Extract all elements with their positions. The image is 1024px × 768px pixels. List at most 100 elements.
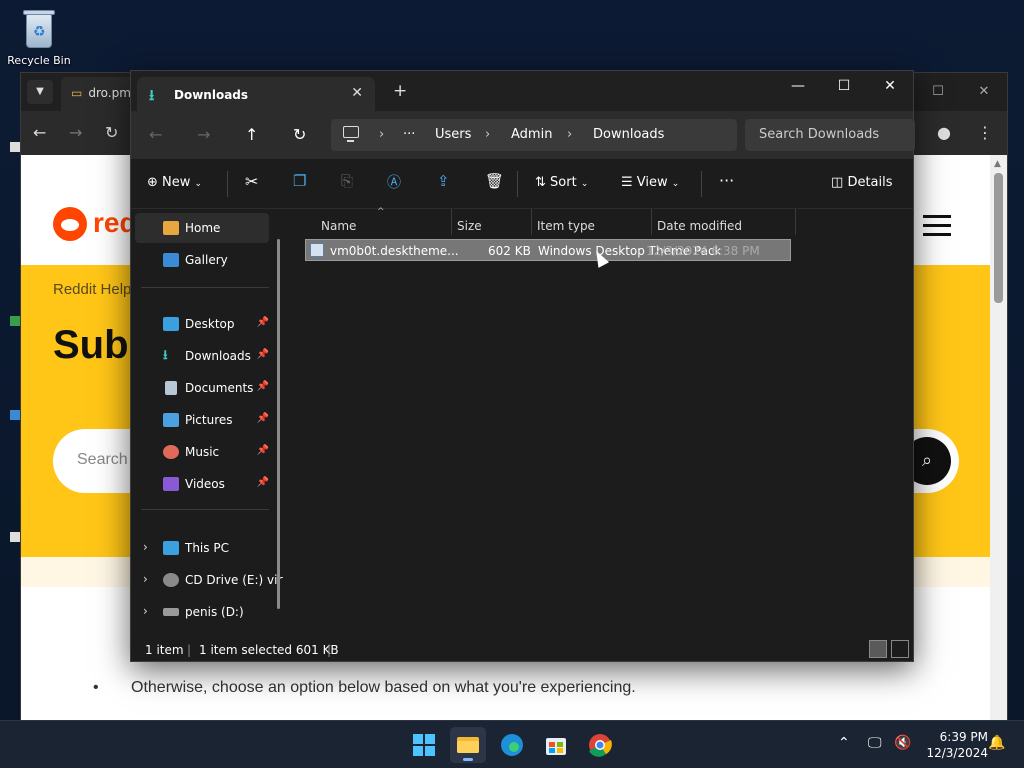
sidebar-item-label: Videos [185,477,225,491]
up-icon[interactable]: ↑ [245,125,258,144]
divider[interactable] [531,209,532,235]
taskbar-store[interactable] [538,727,574,763]
forward-icon[interactable]: → [197,125,210,144]
navigation-pane: Home Gallery Desktop 📌 ⭳ Downloads 📌 Doc… [131,209,283,639]
sidebar-scrollbar[interactable] [277,239,280,609]
sidebar-item-music[interactable]: Music 📌 [135,437,269,467]
refresh-icon[interactable]: ↻ [293,125,306,144]
chevron-right-icon[interactable]: › [143,604,148,618]
address-overflow-button[interactable]: ··· [403,127,415,142]
column-header-size[interactable]: Size [457,219,482,233]
taskbar-chrome[interactable] [582,727,618,763]
divider [141,509,269,510]
more-options-icon[interactable]: ··· [719,171,734,190]
divider [701,171,702,197]
sidebar-item-label: Documents [185,381,254,395]
browser-maximize-icon[interactable]: ☐ [915,73,961,111]
bullet-text: Otherwise, choose an option below based … [93,679,636,697]
explorer-tab-downloads[interactable]: ⭳ Downloads ✕ [137,77,375,111]
view-button[interactable]: ☰ View ⌄ [621,175,679,190]
divider[interactable] [651,209,652,235]
desktop-icon-fragment [10,410,20,420]
desktop-icon-fragment [10,532,20,542]
column-header-date[interactable]: Date modified [657,219,742,233]
browser-refresh-icon[interactable]: ↻ [105,123,118,142]
network-icon[interactable]: 🖵 [868,735,882,751]
browser-profile-icon[interactable]: ● [937,123,951,142]
recycle-bin-shortcut[interactable]: ♻ Recycle Bin [6,8,72,67]
breadcrumb-users[interactable]: Users [435,127,471,142]
address-bar[interactable]: › ··· Users › Admin › Downloads [331,119,737,151]
cd-drive-icon [163,573,179,587]
divider[interactable] [795,209,796,235]
column-header-type[interactable]: Item type [537,219,595,233]
tiles-view-icon[interactable] [891,640,909,658]
maximize-icon[interactable]: ☐ [821,71,867,103]
pin-icon: 📌 [256,349,269,360]
browser-menu-icon[interactable]: ⋮ [977,123,993,142]
sidebar-item-downloads[interactable]: ⭳ Downloads 📌 [135,341,269,371]
pin-icon: 📌 [256,381,269,392]
sidebar-item-gallery[interactable]: Gallery [135,245,269,275]
new-tab-icon[interactable]: + [393,83,407,100]
delete-icon[interactable]: 🗑 [485,172,504,190]
details-button[interactable]: ◫ Details [831,175,893,190]
desktop-icon [163,317,179,331]
search-input[interactable]: Search Downloads [745,119,915,151]
desktop-icon-fragment [10,316,20,326]
close-tab-icon[interactable]: ✕ [351,85,363,101]
sidebar-item-cd-drive[interactable]: › CD Drive (E:) virt [135,565,283,595]
new-button[interactable]: ⊕ New ⌄ [147,175,202,190]
paste-icon[interactable]: ⎘ [341,172,353,190]
minimize-icon[interactable]: — [775,71,821,103]
sidebar-item-home[interactable]: Home [135,213,269,243]
chevron-right-icon: › [567,127,573,142]
reddit-logo-icon[interactable] [53,207,87,241]
share-icon[interactable]: ⇪ [437,172,450,190]
download-icon: ⭳ [149,86,155,104]
sidebar-item-this-pc[interactable]: › This PC [135,533,269,563]
chevron-up-icon[interactable]: ⌃ [838,735,850,751]
search-placeholder: Search Downloads [759,127,880,142]
notification-bell-icon[interactable]: 🔔 [988,735,1005,751]
browser-back-icon[interactable]: ← [33,123,46,142]
divider[interactable] [451,209,452,235]
close-window-icon[interactable]: ✕ [867,71,913,103]
details-view-icon[interactable] [869,640,887,658]
hamburger-menu-icon[interactable] [923,215,951,242]
start-button[interactable] [406,727,442,763]
back-icon[interactable]: ← [149,125,162,144]
rename-icon[interactable]: Ⓐ [387,172,401,192]
file-date: 12/3/2024 6:38 PM [646,244,760,258]
windows-logo-icon [413,734,435,756]
sidebar-item-documents[interactable]: Documents 📌 [135,373,269,403]
browser-close-icon[interactable]: ✕ [961,73,1007,111]
taskbar-file-explorer[interactable] [450,727,486,763]
cut-icon[interactable]: ✂ [245,172,258,191]
clock-date: 12/3/2024 [926,746,988,760]
item-count: 1 item [145,643,184,657]
clock[interactable]: 6:39 PM 12/3/2024 [926,729,988,761]
table-row[interactable]: vm0b0t.desktheme... 602 KB Windows Deskt… [305,239,791,261]
chevron-right-icon[interactable]: › [143,572,148,586]
breadcrumb-downloads[interactable]: Downloads [593,127,664,142]
browser-scrollbar[interactable]: ▲ [990,155,1007,721]
tab-actions-chevron-icon[interactable]: ▼ [27,80,53,104]
sidebar-item-pictures[interactable]: Pictures 📌 [135,405,269,435]
pin-icon: 📌 [256,477,269,488]
sort-button[interactable]: ⇅ Sort ⌄ [535,175,588,190]
copy-icon[interactable]: ❐ [293,172,306,190]
breadcrumb[interactable]: Reddit Help [53,281,131,298]
sidebar-item-d-drive[interactable]: › penis (D:) [135,597,269,627]
chevron-right-icon[interactable]: › [143,540,148,554]
sidebar-item-desktop[interactable]: Desktop 📌 [135,309,269,339]
breadcrumb-admin[interactable]: Admin [511,127,552,142]
volume-muted-icon[interactable]: 🔇 [894,735,911,751]
sidebar-item-videos[interactable]: Videos 📌 [135,469,269,499]
folder-icon: ▭ [71,86,83,100]
taskbar-edge[interactable] [494,727,530,763]
browser-forward-icon[interactable]: → [69,123,82,142]
column-header-name[interactable]: Name [321,219,356,233]
recycle-bin-label: Recycle Bin [7,54,71,67]
chrome-icon [589,734,612,757]
